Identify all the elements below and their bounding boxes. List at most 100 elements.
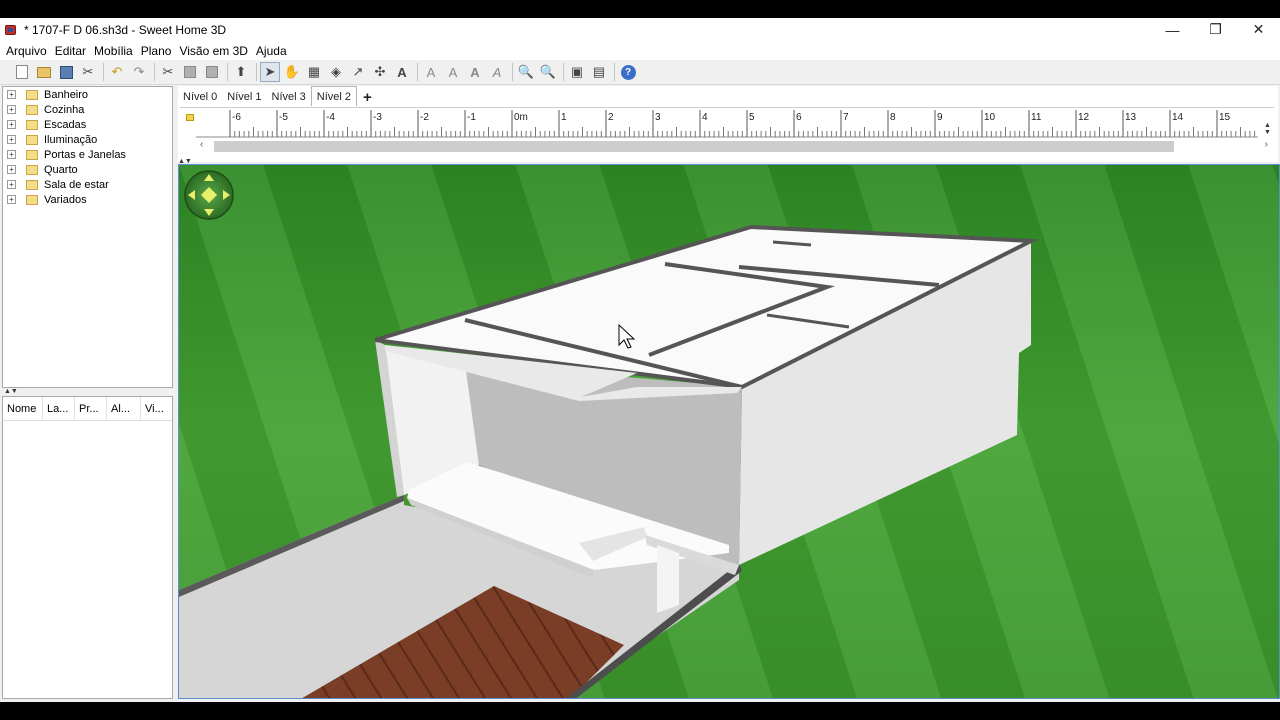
menu-plano[interactable]: Plano — [137, 44, 176, 58]
horizontal-scrollbar[interactable]: ‹ › — [198, 139, 1274, 153]
catalog-category[interactable]: + Banheiro — [3, 87, 172, 102]
help-icon[interactable]: ? — [618, 62, 638, 82]
category-label: Banheiro — [44, 88, 89, 101]
tab-level-3[interactable]: Nível 3 — [267, 88, 311, 106]
expand-icon[interactable]: + — [7, 165, 16, 174]
add-furniture-icon[interactable]: ⬆ — [231, 62, 251, 82]
restore-button[interactable]: ❐ — [1194, 18, 1237, 41]
toolbar-separator — [512, 63, 513, 81]
ruler-label: 12 — [1078, 112, 1090, 123]
furniture-table: Nome La... Pr... Al... Vi... — [2, 396, 173, 699]
cut-icon[interactable]: ✂ — [158, 62, 178, 82]
text-style-3-icon[interactable]: A — [465, 62, 485, 82]
menu-mobilia[interactable]: Mobília — [90, 44, 137, 58]
ruler-label: 0m — [514, 112, 528, 123]
select-icon[interactable]: ➤ — [260, 62, 280, 82]
add-level-button[interactable]: + — [357, 89, 378, 106]
create-walls-icon[interactable]: ▦ — [304, 62, 324, 82]
expand-icon[interactable]: + — [7, 120, 16, 129]
ruler-label: 15 — [1219, 112, 1231, 123]
redo-icon[interactable]: ↷ — [129, 62, 149, 82]
column-header-width[interactable]: La... — [43, 397, 75, 421]
menu-ajuda[interactable]: Ajuda — [252, 44, 291, 58]
scroll-left-icon[interactable]: ‹ — [200, 139, 203, 150]
vertical-scroll-arrows-icon[interactable]: ▲ ▼ — [1264, 122, 1271, 136]
undo-icon[interactable]: ↶ — [107, 62, 127, 82]
tab-level-0[interactable]: Nível 0 — [178, 88, 222, 106]
create-photo-icon[interactable]: ▣ — [567, 62, 587, 82]
toolbar: ✂ ↶ ↷ ✂ ⬆ ➤ ✋ ▦ ◈ ↗ ✣ A A A A A 🔍 🔍 ▣ ▤ … — [0, 60, 1280, 85]
close-button[interactable]: ✕ — [1237, 18, 1280, 41]
ruler-label: 6 — [796, 112, 802, 123]
new-icon[interactable] — [12, 62, 32, 82]
menu-editar[interactable]: Editar — [51, 44, 90, 58]
create-rooms-icon[interactable]: ◈ — [326, 62, 346, 82]
create-polylines-icon[interactable]: ↗ — [348, 62, 368, 82]
zoom-out-icon[interactable]: 🔍 — [538, 62, 558, 82]
copy-icon[interactable] — [180, 62, 200, 82]
ruler-label: -1 — [467, 112, 476, 123]
ruler-label: -4 — [326, 112, 335, 123]
cut-tool-icon[interactable]: ✂ — [78, 62, 98, 82]
add-text-icon[interactable]: A — [392, 62, 412, 82]
tab-level-2[interactable]: Nível 2 — [310, 86, 357, 106]
column-header-depth[interactable]: Pr... — [75, 397, 107, 421]
inner-column — [657, 545, 679, 613]
menu-bar: Arquivo Editar Mobília Plano Visão em 3D… — [0, 41, 1280, 60]
scroll-right-icon[interactable]: › — [1265, 139, 1268, 150]
letterbox-bottom — [0, 702, 1280, 720]
catalog-category[interactable]: + Sala de estar — [3, 177, 172, 192]
tab-level-1[interactable]: Nível 1 — [222, 88, 266, 106]
folder-icon — [26, 194, 38, 205]
ruler-label: 14 — [1172, 112, 1184, 123]
catalog-category[interactable]: + Quarto — [3, 162, 172, 177]
folder-icon — [26, 104, 38, 115]
expand-icon[interactable]: + — [7, 105, 16, 114]
catalog-splitter[interactable]: ▲▼ — [2, 388, 173, 395]
zoom-in-icon[interactable]: 🔍 — [516, 62, 536, 82]
expand-icon[interactable]: + — [7, 195, 16, 204]
text-style-2-icon[interactable]: A — [443, 62, 463, 82]
3d-view[interactable] — [178, 164, 1280, 699]
save-icon[interactable] — [56, 62, 76, 82]
menu-arquivo[interactable]: Arquivo — [2, 44, 51, 58]
splitter-arrows-icon[interactable]: ▲▼ — [4, 388, 18, 395]
catalog-category[interactable]: + Escadas — [3, 117, 172, 132]
expand-icon[interactable]: + — [7, 150, 16, 159]
folder-icon — [26, 119, 38, 130]
expand-icon[interactable]: + — [7, 90, 16, 99]
scrollbar-thumb[interactable] — [214, 141, 1174, 152]
table-header: Nome La... Pr... Al... Vi... — [3, 397, 172, 421]
toolbar-separator — [227, 63, 228, 81]
column-header-visible[interactable]: Vi... — [141, 397, 172, 421]
minimize-button[interactable]: — — [1151, 18, 1194, 41]
ruler-label: -2 — [420, 112, 429, 123]
column-header-height[interactable]: Al... — [107, 397, 141, 421]
ruler-label: 1 — [561, 112, 567, 123]
catalog-category[interactable]: + Cozinha — [3, 102, 172, 117]
catalog-category[interactable]: + Iluminação — [3, 132, 172, 147]
ruler-label: 8 — [890, 112, 896, 123]
folder-icon — [26, 179, 38, 190]
pan-icon[interactable]: ✋ — [282, 62, 302, 82]
expand-icon[interactable]: + — [7, 180, 16, 189]
category-label: Quarto — [44, 163, 78, 176]
menu-visao-3d[interactable]: Visão em 3D — [175, 44, 251, 58]
paste-icon[interactable] — [202, 62, 222, 82]
navigation-arrows-icon[interactable] — [184, 170, 234, 220]
catalog-category[interactable]: + Variados — [3, 192, 172, 207]
expand-icon[interactable]: + — [7, 135, 16, 144]
text-style-4-icon[interactable]: A — [487, 62, 507, 82]
catalog-category[interactable]: + Portas e Janelas — [3, 147, 172, 162]
3d-scene[interactable] — [179, 165, 1280, 699]
ruler-label: -6 — [232, 112, 241, 123]
category-label: Iluminação — [44, 133, 98, 146]
column-header-name[interactable]: Nome — [3, 397, 43, 421]
open-icon[interactable] — [34, 62, 54, 82]
folder-icon — [26, 164, 38, 175]
create-video-icon[interactable]: ▤ — [589, 62, 609, 82]
ruler-label: 3 — [655, 112, 661, 123]
create-dimensions-icon[interactable]: ✣ — [370, 62, 390, 82]
text-style-1-icon[interactable]: A — [421, 62, 441, 82]
category-label: Cozinha — [44, 103, 85, 116]
